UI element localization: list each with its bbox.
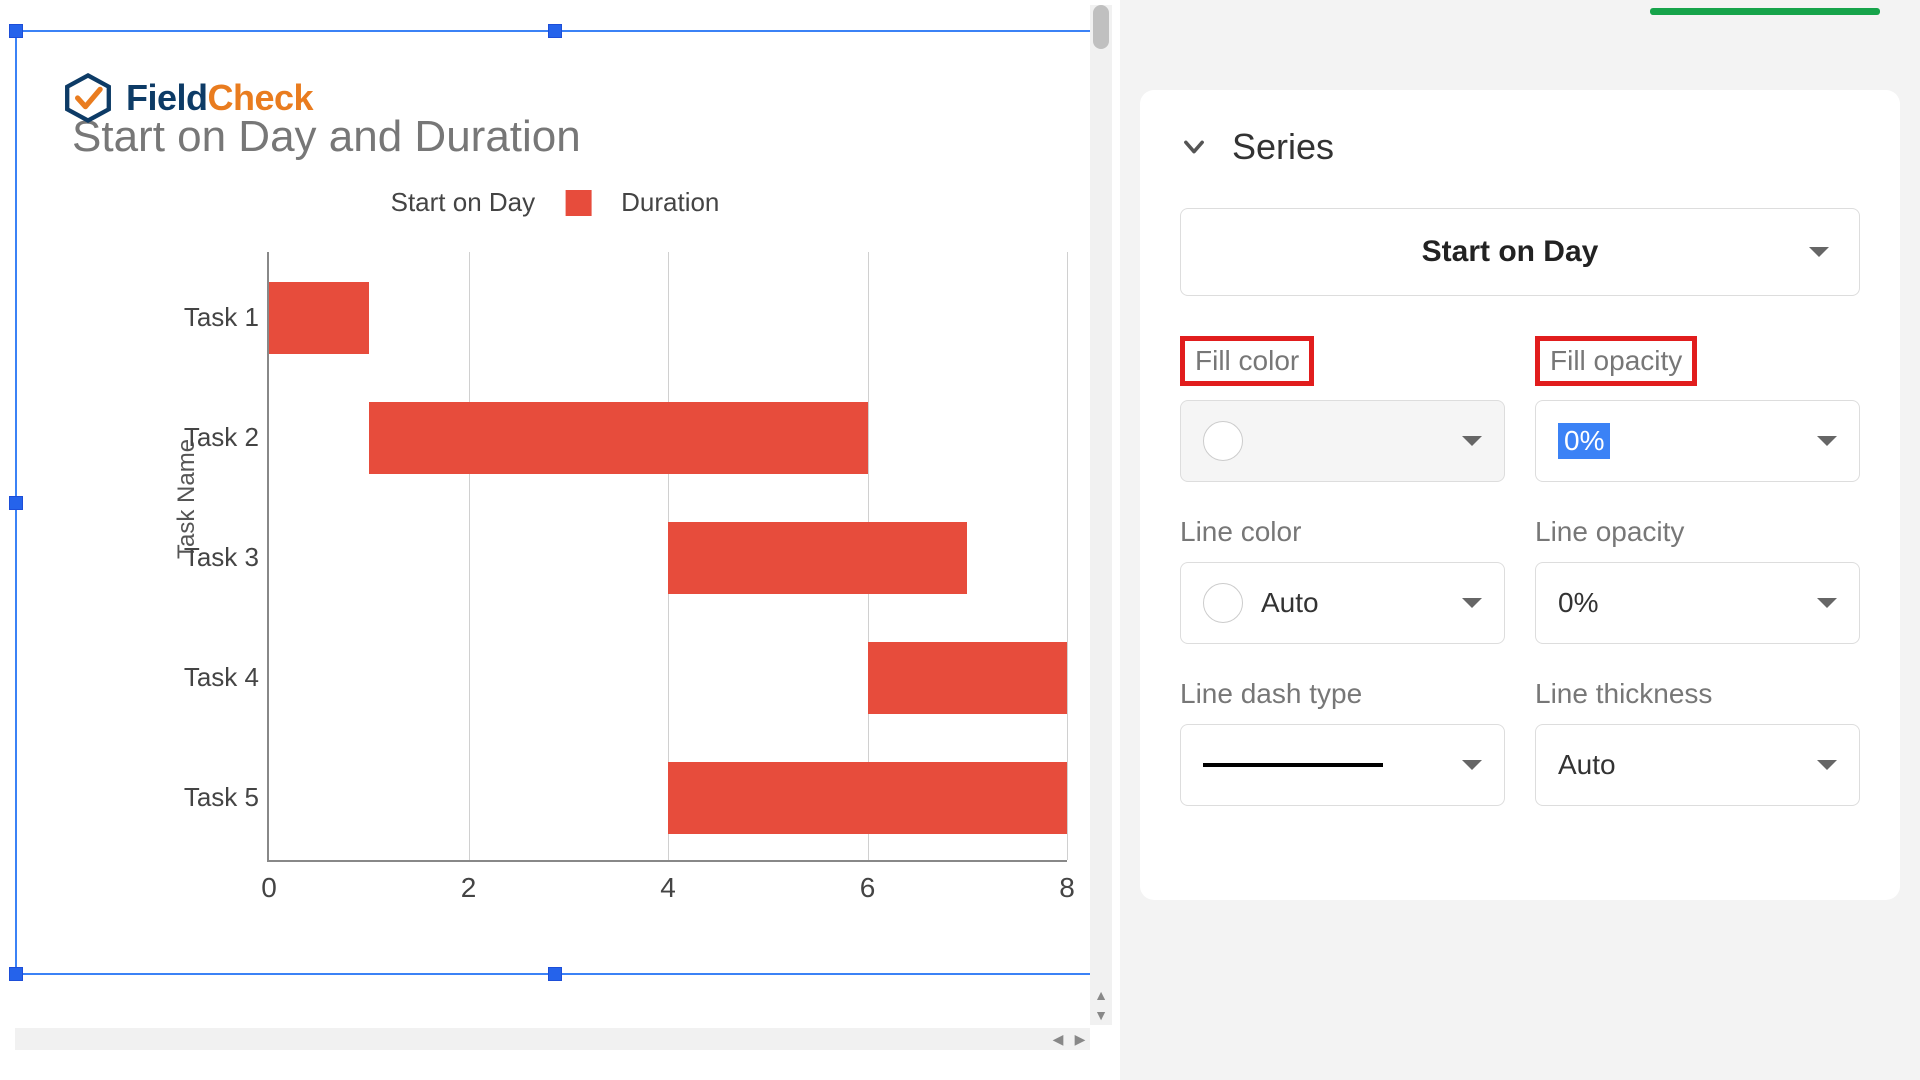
fill-opacity-label: Fill opacity	[1535, 336, 1697, 386]
color-swatch-icon	[1203, 583, 1243, 623]
legend-swatch-duration	[565, 190, 591, 216]
resize-handle-bottom-left[interactable]	[9, 967, 23, 981]
section-title: Series	[1232, 126, 1334, 168]
caret-down-icon	[1462, 598, 1482, 608]
scroll-left-icon[interactable]: ◀	[1048, 1029, 1068, 1049]
x-tick-label: 4	[648, 872, 688, 904]
fieldcheck-logo: FieldCheck	[62, 72, 313, 124]
fill-opacity-value: 0%	[1558, 423, 1610, 459]
spreadsheet-chart-area: FieldCheck Start on Day and Duration Sta…	[0, 0, 1120, 1080]
dash-preview-icon	[1203, 763, 1383, 767]
fill-opacity-control[interactable]: 0%	[1535, 400, 1860, 482]
caret-down-icon	[1462, 760, 1482, 770]
logo-hex-icon	[62, 72, 114, 124]
line-opacity-label: Line opacity	[1535, 516, 1860, 548]
resize-handle-top-left[interactable]	[9, 24, 23, 38]
line-thickness-label: Line thickness	[1535, 678, 1860, 710]
y-tick-label: Task 3	[139, 542, 259, 573]
x-tick-label: 0	[249, 872, 289, 904]
resize-handle-mid-left[interactable]	[9, 496, 23, 510]
gridline	[469, 252, 470, 860]
line-opacity-value: 0%	[1558, 587, 1598, 619]
line-color-control[interactable]: Auto	[1180, 562, 1505, 644]
y-tick-label: Task 5	[139, 782, 259, 813]
resize-handle-bottom-mid[interactable]	[548, 967, 562, 981]
scroll-right-icon[interactable]: ▶	[1070, 1029, 1090, 1049]
share-button-edge[interactable]	[1650, 8, 1880, 15]
line-opacity-control[interactable]: 0%	[1535, 562, 1860, 644]
y-tick-label: Task 1	[139, 302, 259, 333]
caret-down-icon	[1462, 436, 1482, 446]
bar-task5-duration[interactable]	[668, 762, 1067, 834]
caret-down-icon	[1817, 436, 1837, 446]
legend-item-start[interactable]: Start on Day	[391, 187, 536, 218]
scroll-up-icon[interactable]: ▲	[1091, 985, 1111, 1005]
line-dash-label: Line dash type	[1180, 678, 1505, 710]
chart-plot[interactable]: Task Name Task 1 Task 2 Task 3 Task 4 Ta…	[137, 242, 1097, 902]
y-axis-title: Task Name	[173, 439, 201, 559]
line-color-value: Auto	[1261, 587, 1319, 619]
x-tick-label: 6	[848, 872, 888, 904]
series-selector[interactable]: Start on Day	[1180, 208, 1860, 296]
line-color-label: Line color	[1180, 516, 1505, 548]
series-panel: Series Start on Day Fill color Fill opac…	[1140, 90, 1900, 900]
scrollbar-thumb[interactable]	[1093, 5, 1109, 49]
fill-color-label: Fill color	[1180, 336, 1314, 386]
logo-text: FieldCheck	[126, 77, 313, 119]
chart-legend[interactable]: Start on Day Duration	[391, 187, 720, 218]
y-tick-label: Task 4	[139, 662, 259, 693]
line-thickness-value: Auto	[1558, 749, 1616, 781]
bar-task4-duration[interactable]	[868, 642, 1068, 714]
line-thickness-control[interactable]: Auto	[1535, 724, 1860, 806]
bar-task1-duration[interactable]	[269, 282, 369, 354]
horizontal-scrollbar[interactable]: ◀ ▶	[15, 1028, 1090, 1050]
chart-editor-sidebar: Series Start on Day Fill color Fill opac…	[1120, 0, 1920, 1080]
caret-down-icon	[1817, 598, 1837, 608]
gridline	[1067, 252, 1068, 860]
legend-item-duration[interactable]: Duration	[621, 187, 719, 218]
chevron-down-icon	[1180, 133, 1208, 161]
caret-down-icon	[1817, 760, 1837, 770]
x-tick-label: 2	[449, 872, 489, 904]
bar-task3-duration[interactable]	[668, 522, 967, 594]
line-dash-control[interactable]	[1180, 724, 1505, 806]
series-selector-value: Start on Day	[1422, 235, 1599, 269]
vertical-scrollbar[interactable]: ▲ ▼	[1090, 5, 1112, 1025]
color-swatch-icon	[1203, 421, 1243, 461]
y-tick-label: Task 2	[139, 422, 259, 453]
resize-handle-top-mid[interactable]	[548, 24, 562, 38]
scroll-down-icon[interactable]: ▼	[1091, 1005, 1111, 1025]
fill-color-control[interactable]	[1180, 400, 1505, 482]
x-tick-label: 8	[1047, 872, 1087, 904]
bar-task2-duration[interactable]	[369, 402, 868, 474]
chart-selection-frame[interactable]: FieldCheck Start on Day and Duration Sta…	[15, 30, 1095, 975]
series-section-header[interactable]: Series	[1180, 126, 1860, 168]
caret-down-icon	[1809, 247, 1829, 257]
plot-area: Task 1 Task 2 Task 3 Task 4 Task 5 0 2 4…	[267, 252, 1067, 862]
